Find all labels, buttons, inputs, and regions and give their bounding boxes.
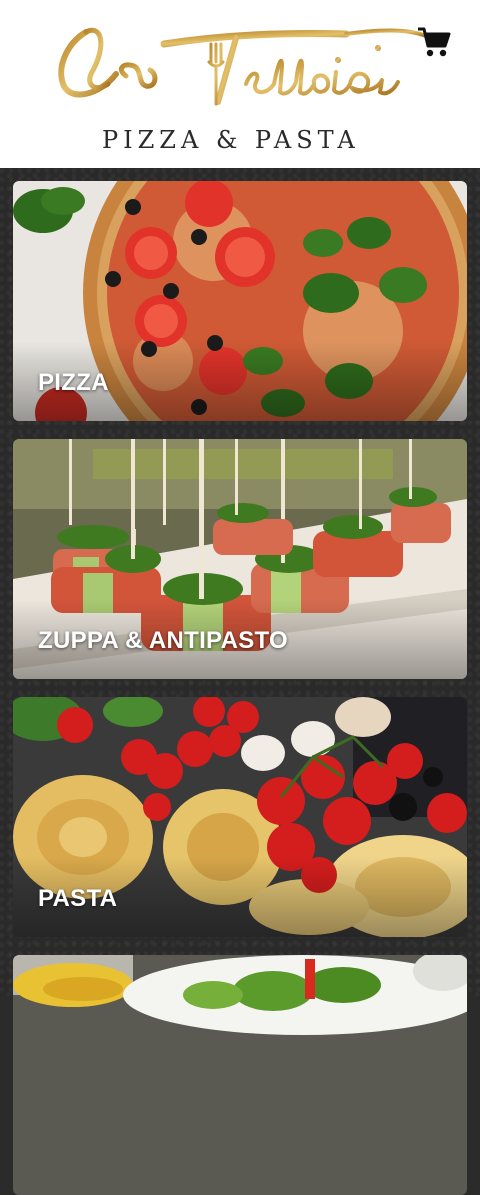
- salad-image: [13, 955, 467, 1195]
- cart-button[interactable]: [414, 22, 454, 62]
- category-label: PASTA: [38, 885, 118, 912]
- category-card-pizza[interactable]: PIZZA: [13, 181, 467, 421]
- category-list: PIZZA ZUPPA & ANTIPASTO PASTA: [0, 168, 480, 1195]
- brand-logo-script: [58, 27, 428, 106]
- category-card-pasta[interactable]: PASTA: [13, 697, 467, 937]
- category-card-zuppa-antipasto[interactable]: ZUPPA & ANTIPASTO: [13, 439, 467, 679]
- category-label: ZUPPA & ANTIPASTO: [38, 627, 288, 654]
- app-header: PIZZA & PASTA: [0, 0, 480, 168]
- shopping-cart-icon: [418, 27, 451, 57]
- brand-subtitle: PIZZA & PASTA: [102, 126, 360, 154]
- category-label: PIZZA: [38, 369, 109, 396]
- brand-logo[interactable]: PIZZA & PASTA: [46, 14, 436, 154]
- category-card-salad[interactable]: [13, 955, 467, 1195]
